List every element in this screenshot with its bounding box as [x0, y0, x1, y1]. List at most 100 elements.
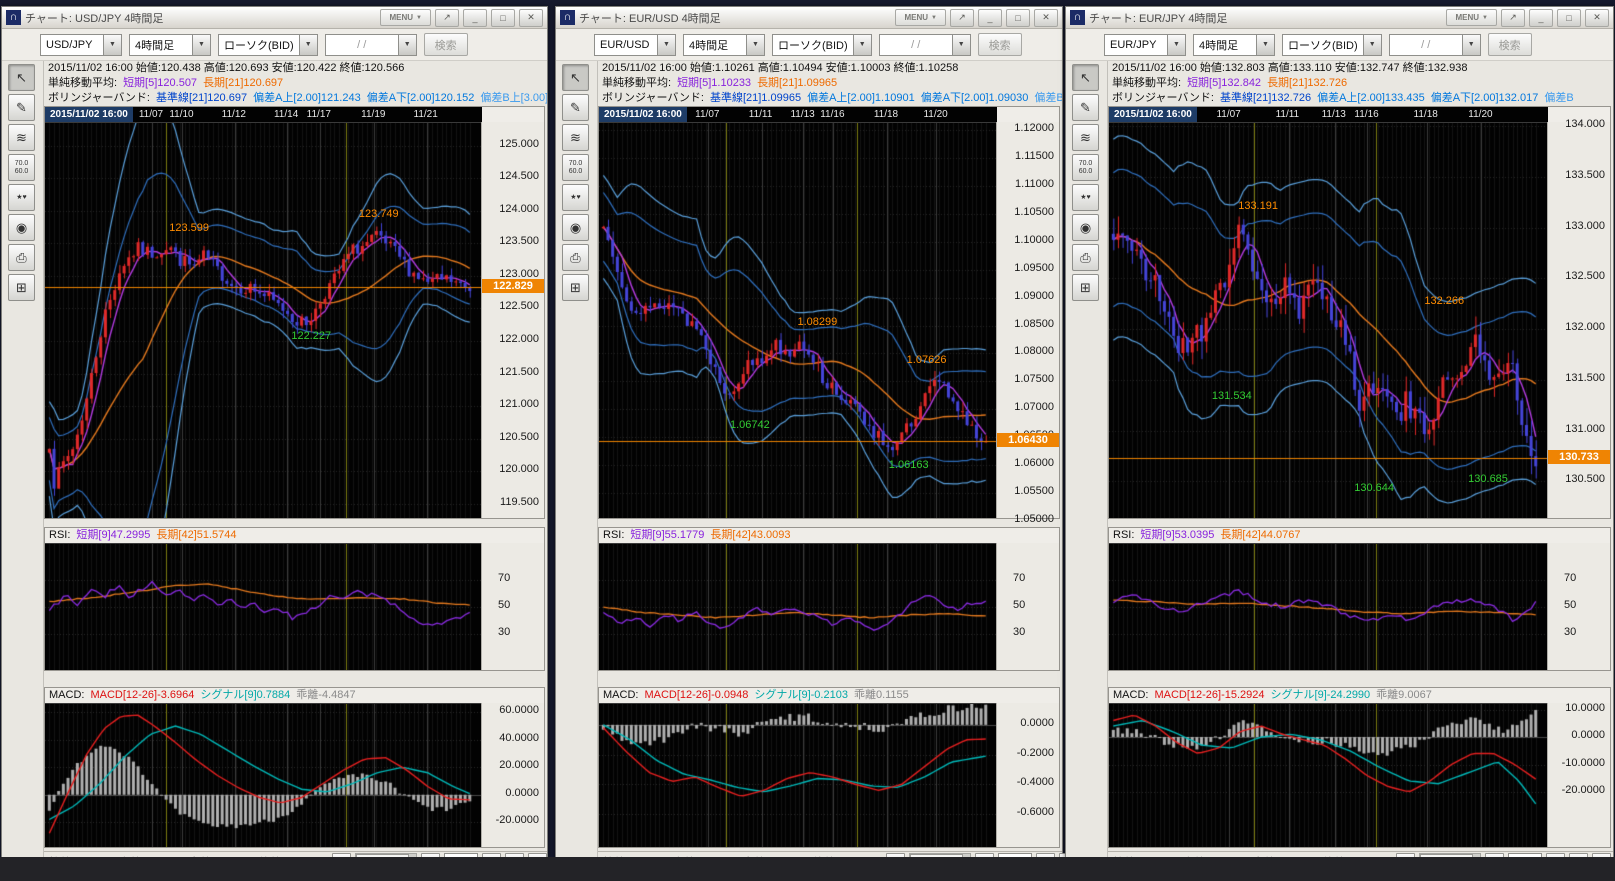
price-axis-label: 133.000: [1565, 220, 1605, 232]
toolbar: USD/JPY▼ 4時間足▼ ローソク(BID)▼ / /▼ 検索: [2, 29, 547, 61]
timeframe-select[interactable]: 4時間足▼: [1193, 34, 1275, 56]
date-input[interactable]: / /▼: [325, 34, 417, 56]
scale-tool-icon[interactable]: 70.0 60.0: [562, 154, 589, 181]
timeframe-select[interactable]: 4時間足▼: [683, 34, 765, 56]
draw-tool-icon[interactable]: ✎: [562, 94, 589, 121]
pair-select[interactable]: EUR/JPY▼: [1104, 34, 1186, 56]
cursor-tool-icon[interactable]: ↖: [8, 64, 35, 91]
pair-select[interactable]: EUR/USD▼: [594, 34, 676, 56]
chevron-down-icon[interactable]: ▼: [398, 34, 417, 56]
charttype-select[interactable]: ローソク(BID)▼: [218, 34, 318, 56]
marker-tool-icon[interactable]: ★♥: [562, 184, 589, 211]
date-value: / /: [879, 34, 952, 56]
save-layout-icon[interactable]: ⊞: [8, 274, 35, 301]
date-tick-label: 11/07: [139, 107, 163, 122]
chevron-down-icon[interactable]: ▼: [1167, 34, 1186, 56]
draw-tool-icon[interactable]: ✎: [8, 94, 35, 121]
macd-axis-label: 40.0000: [499, 732, 539, 744]
rsi-chart[interactable]: [1109, 543, 1547, 670]
draw-tool-icon[interactable]: ✎: [1072, 94, 1099, 121]
chevron-down-icon[interactable]: ▼: [746, 34, 765, 56]
price-chart[interactable]: 123.599123.749122.227: [45, 122, 481, 518]
macd-axis: 10.00000.0000-10.0000-20.0000: [1547, 703, 1610, 847]
chart-style-icon[interactable]: ≋: [8, 124, 35, 151]
maximize-button[interactable]: □: [1006, 9, 1030, 27]
print-icon[interactable]: ⎙: [1072, 244, 1099, 271]
search-button[interactable]: 検索: [978, 33, 1022, 56]
visibility-eye-icon[interactable]: ◉: [8, 214, 35, 241]
macd-chart[interactable]: [599, 703, 996, 847]
chevron-down-icon[interactable]: ▼: [657, 34, 676, 56]
price-axis-label: 1.10500: [1014, 206, 1054, 218]
visibility-eye-icon[interactable]: ◉: [562, 214, 589, 241]
scale-tool-icon[interactable]: 70.0 60.0: [1072, 154, 1099, 181]
sma-line: 単純移動平均:短期[5]1.10233長期[21]1.09965: [598, 76, 1062, 91]
chevron-down-icon[interactable]: ▼: [192, 34, 211, 56]
scale-tool-icon[interactable]: 70.0 60.0: [8, 154, 35, 181]
maximize-button[interactable]: □: [1557, 9, 1581, 27]
print-icon[interactable]: ⎙: [562, 244, 589, 271]
menu-button[interactable]: MENU▼: [895, 9, 946, 26]
save-layout-icon[interactable]: ⊞: [1072, 274, 1099, 301]
macd-axis-label: -20.0000: [496, 814, 539, 826]
rsi-chart[interactable]: [45, 543, 481, 670]
date-value: / /: [1389, 34, 1462, 56]
chevron-down-icon[interactable]: ▼: [1462, 34, 1481, 56]
popout-button[interactable]: ↗: [950, 9, 974, 27]
rsi-axis-label: 30: [498, 626, 510, 638]
cursor-tool-icon[interactable]: ↖: [1072, 64, 1099, 91]
price-axis-label: 1.05500: [1014, 485, 1054, 497]
timeframe-select[interactable]: 4時間足▼: [129, 34, 211, 56]
toolbar: EUR/USD▼ 4時間足▼ ローソク(BID)▼ / /▼ 検索: [556, 29, 1062, 61]
macd-chart[interactable]: [45, 703, 481, 847]
menu-button[interactable]: MENU▼: [1446, 9, 1497, 26]
pair-select[interactable]: USD/JPY▼: [40, 34, 122, 56]
close-button[interactable]: ✕: [1585, 9, 1609, 27]
date-input[interactable]: / /▼: [1389, 34, 1481, 56]
rsi-axis: 705030: [996, 543, 1059, 670]
popout-button[interactable]: ↗: [435, 9, 459, 27]
close-button[interactable]: ✕: [519, 9, 543, 27]
chart-style-icon[interactable]: ≋: [1072, 124, 1099, 151]
chevron-down-icon[interactable]: ▼: [1363, 34, 1382, 56]
minimize-button[interactable]: _: [978, 9, 1002, 27]
window-title: チャート: USD/JPY 4時間足: [25, 10, 376, 26]
date-tick-label: 11/13: [790, 107, 814, 122]
rsi-chart[interactable]: [599, 543, 996, 670]
chevron-down-icon[interactable]: ▼: [103, 34, 122, 56]
maximize-button[interactable]: □: [491, 9, 515, 27]
price-axis: 134.000133.500133.000132.500132.000131.5…: [1547, 122, 1610, 518]
chevron-down-icon[interactable]: ▼: [853, 34, 872, 56]
price-axis-label: 1.05000: [1014, 513, 1054, 525]
menu-button[interactable]: MENU▼: [380, 9, 431, 26]
candlestick-canvas: [45, 123, 481, 518]
price-chart[interactable]: 133.191132.266131.534130.644130.685: [1109, 122, 1547, 518]
date-input[interactable]: / /▼: [879, 34, 971, 56]
search-button[interactable]: 検索: [424, 33, 468, 56]
search-button[interactable]: 検索: [1488, 33, 1532, 56]
candlestick-canvas: [599, 123, 996, 518]
ohlc-line: 2015/11/02 16:00 始値:120.438 高値:120.693 安…: [44, 61, 547, 76]
visibility-eye-icon[interactable]: ◉: [1072, 214, 1099, 241]
chevron-down-icon[interactable]: ▼: [1256, 34, 1275, 56]
minimize-button[interactable]: _: [1529, 9, 1553, 27]
cursor-tool-icon[interactable]: ↖: [562, 64, 589, 91]
chart-style-icon[interactable]: ≋: [562, 124, 589, 151]
macd-chart[interactable]: [1109, 703, 1547, 847]
titlebar[interactable]: ∩ チャート: EUR/JPY 4時間足 MENU▼ ↗ _ □ ✕: [1066, 7, 1613, 29]
charttype-select[interactable]: ローソク(BID)▼: [772, 34, 872, 56]
close-button[interactable]: ✕: [1034, 9, 1058, 27]
titlebar[interactable]: ∩ チャート: EUR/USD 4時間足 MENU▼ ↗ _ □ ✕: [556, 7, 1062, 29]
price-chart[interactable]: 1.082991.076261.067421.06163: [599, 122, 996, 518]
charttype-select[interactable]: ローソク(BID)▼: [1282, 34, 1382, 56]
chevron-down-icon[interactable]: ▼: [299, 34, 318, 56]
titlebar[interactable]: ∩ チャート: USD/JPY 4時間足 MENU▼ ↗ _ □ ✕: [2, 7, 547, 29]
selected-date: 2015/11/02 16:00: [45, 107, 133, 122]
marker-tool-icon[interactable]: ★♥: [8, 184, 35, 211]
print-icon[interactable]: ⎙: [8, 244, 35, 271]
chevron-down-icon[interactable]: ▼: [952, 34, 971, 56]
marker-tool-icon[interactable]: ★♥: [1072, 184, 1099, 211]
save-layout-icon[interactable]: ⊞: [562, 274, 589, 301]
minimize-button[interactable]: _: [463, 9, 487, 27]
popout-button[interactable]: ↗: [1501, 9, 1525, 27]
